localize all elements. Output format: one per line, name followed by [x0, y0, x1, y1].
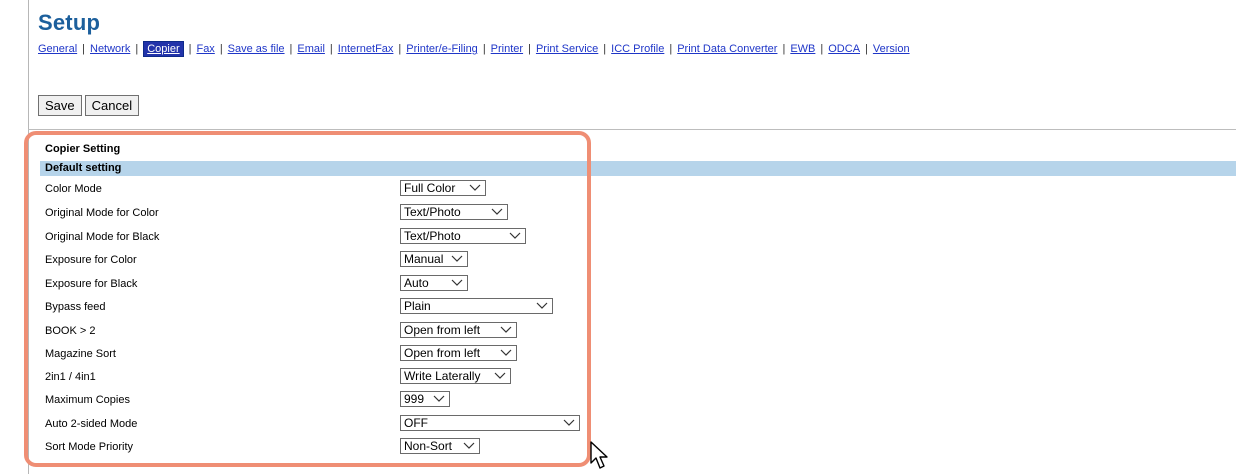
chevron-down-icon — [494, 372, 506, 379]
setting-label: Exposure for Color — [45, 254, 137, 266]
exposure-black-select[interactable]: Auto — [400, 275, 468, 291]
setting-row-exposure-black: Exposure for Black Auto — [45, 275, 605, 295]
select-value: Non-Sort — [404, 439, 453, 453]
setting-label: Exposure for Black — [45, 278, 138, 290]
tab-separator: | — [603, 43, 607, 55]
exposure-color-select[interactable]: Manual — [400, 251, 468, 267]
pointer-cursor-icon — [590, 441, 608, 469]
tab-copier[interactable]: Copier — [143, 41, 184, 57]
chevron-down-icon — [469, 184, 481, 191]
setting-label: Maximum Copies — [45, 394, 130, 406]
tab-printer[interactable]: Printer — [491, 43, 523, 55]
chevron-down-icon — [433, 395, 445, 402]
select-value: Text/Photo — [404, 205, 461, 219]
chevron-down-icon — [536, 302, 548, 309]
section-title: Copier Setting — [45, 143, 121, 155]
tab-separator: | — [865, 43, 868, 55]
2in1-4in1-select[interactable]: Write Laterally — [400, 368, 511, 384]
auto-2-sided-mode-select[interactable]: OFF — [400, 415, 580, 431]
chevron-down-icon — [563, 419, 575, 426]
chevron-down-icon — [500, 326, 512, 333]
select-value: Open from left — [404, 323, 481, 337]
setting-label: Color Mode — [45, 183, 102, 195]
tab-printer-efiling[interactable]: Printer/e-Filing — [406, 43, 478, 55]
select-value: 999 — [404, 392, 425, 406]
setting-label: Auto 2-sided Mode — [45, 418, 138, 430]
select-value: Auto — [404, 276, 429, 290]
action-buttons: Save Cancel — [38, 95, 142, 116]
select-value: Text/Photo — [404, 229, 461, 243]
original-mode-black-select[interactable]: Text/Photo — [400, 228, 526, 244]
tab-separator: | — [482, 43, 486, 55]
color-mode-select[interactable]: Full Color — [400, 180, 486, 196]
cancel-button[interactable]: Cancel — [84, 95, 140, 116]
select-value: Open from left — [404, 346, 481, 360]
setting-label: Original Mode for Color — [45, 207, 159, 219]
setting-label: Sort Mode Priority — [45, 441, 134, 453]
tab-separator: | — [329, 43, 333, 55]
select-value: OFF — [404, 416, 428, 430]
tab-separator: | — [820, 43, 824, 55]
save-button[interactable]: Save — [38, 95, 82, 116]
setting-label: BOOK > 2 — [45, 325, 96, 337]
page-title: Setup — [38, 10, 101, 35]
setting-row-color-mode: Color Mode Full Color — [45, 180, 605, 200]
setting-label: Magazine Sort — [45, 348, 116, 360]
chevron-down-icon — [509, 232, 521, 239]
setting-row-exposure-color: Exposure for Color Manual — [45, 251, 605, 271]
setting-row-maximum-copies: Maximum Copies 999 — [45, 391, 605, 411]
setting-row-sort-mode-priority: Sort Mode Priority Non-Sort — [45, 438, 605, 458]
tab-version[interactable]: Version — [873, 43, 910, 55]
setting-row-original-mode-color: Original Mode for Color Text/Photo — [45, 204, 605, 224]
divider — [28, 129, 1236, 130]
chevron-down-icon — [451, 255, 463, 262]
tab-separator: | — [188, 43, 192, 55]
tab-separator: | — [135, 43, 139, 55]
tab-print-service[interactable]: Print Service — [536, 43, 598, 55]
setting-row-original-mode-black: Original Mode for Black Text/Photo — [45, 228, 605, 248]
chevron-down-icon — [463, 442, 475, 449]
tab-email[interactable]: Email — [297, 43, 325, 55]
tab-separator: | — [289, 43, 293, 55]
select-value: Plain — [404, 299, 431, 313]
tab-ewb[interactable]: EWB — [790, 43, 815, 55]
section-subheader: Default setting — [40, 161, 1236, 176]
tab-bar: General | Network | Copier | Fax | Save as file |… — [38, 41, 910, 59]
setting-row-bypass-feed: Bypass feed Plain — [45, 298, 605, 318]
setting-row-book-2: BOOK > 2 Open from left — [45, 322, 605, 342]
subheader-label: Default setting — [45, 162, 122, 174]
select-value: Write Laterally — [404, 369, 481, 383]
setting-label: 2in1 / 4in1 — [45, 371, 96, 383]
chevron-down-icon — [500, 349, 512, 356]
tab-separator: | — [782, 43, 786, 55]
setting-row-2in1-4in1: 2in1 / 4in1 Write Laterally — [45, 368, 605, 388]
magazine-sort-select[interactable]: Open from left — [400, 345, 517, 361]
tab-fax[interactable]: Fax — [196, 43, 214, 55]
setting-row-magazine-sort: Magazine Sort Open from left — [45, 345, 605, 365]
tab-network[interactable]: Network — [90, 43, 130, 55]
chevron-down-icon — [451, 279, 463, 286]
tab-icc-profile[interactable]: ICC Profile — [611, 43, 664, 55]
select-value: Manual — [404, 252, 444, 266]
tab-odca[interactable]: ODCA — [828, 43, 860, 55]
tab-internetfax[interactable]: InternetFax — [338, 43, 394, 55]
tab-general[interactable]: General — [38, 43, 77, 55]
book-2-select[interactable]: Open from left — [400, 322, 517, 338]
bypass-feed-select[interactable]: Plain — [400, 298, 553, 314]
tab-separator: | — [398, 43, 402, 55]
setting-row-auto-2-sided-mode: Auto 2-sided Mode OFF — [45, 415, 605, 435]
setting-label: Bypass feed — [45, 301, 106, 313]
tab-separator: | — [219, 43, 223, 55]
maximum-copies-select[interactable]: 999 — [400, 391, 450, 407]
original-mode-color-select[interactable]: Text/Photo — [400, 204, 508, 220]
chevron-down-icon — [491, 208, 503, 215]
setting-label: Original Mode for Black — [45, 231, 160, 243]
sort-mode-priority-select[interactable]: Non-Sort — [400, 438, 480, 454]
select-value: Full Color — [404, 181, 456, 195]
tab-separator: | — [528, 43, 531, 55]
tab-separator: | — [82, 43, 85, 55]
tab-separator: | — [669, 43, 673, 55]
tab-print-data-converter[interactable]: Print Data Converter — [677, 43, 777, 55]
tab-save-as-file[interactable]: Save as file — [228, 43, 285, 55]
